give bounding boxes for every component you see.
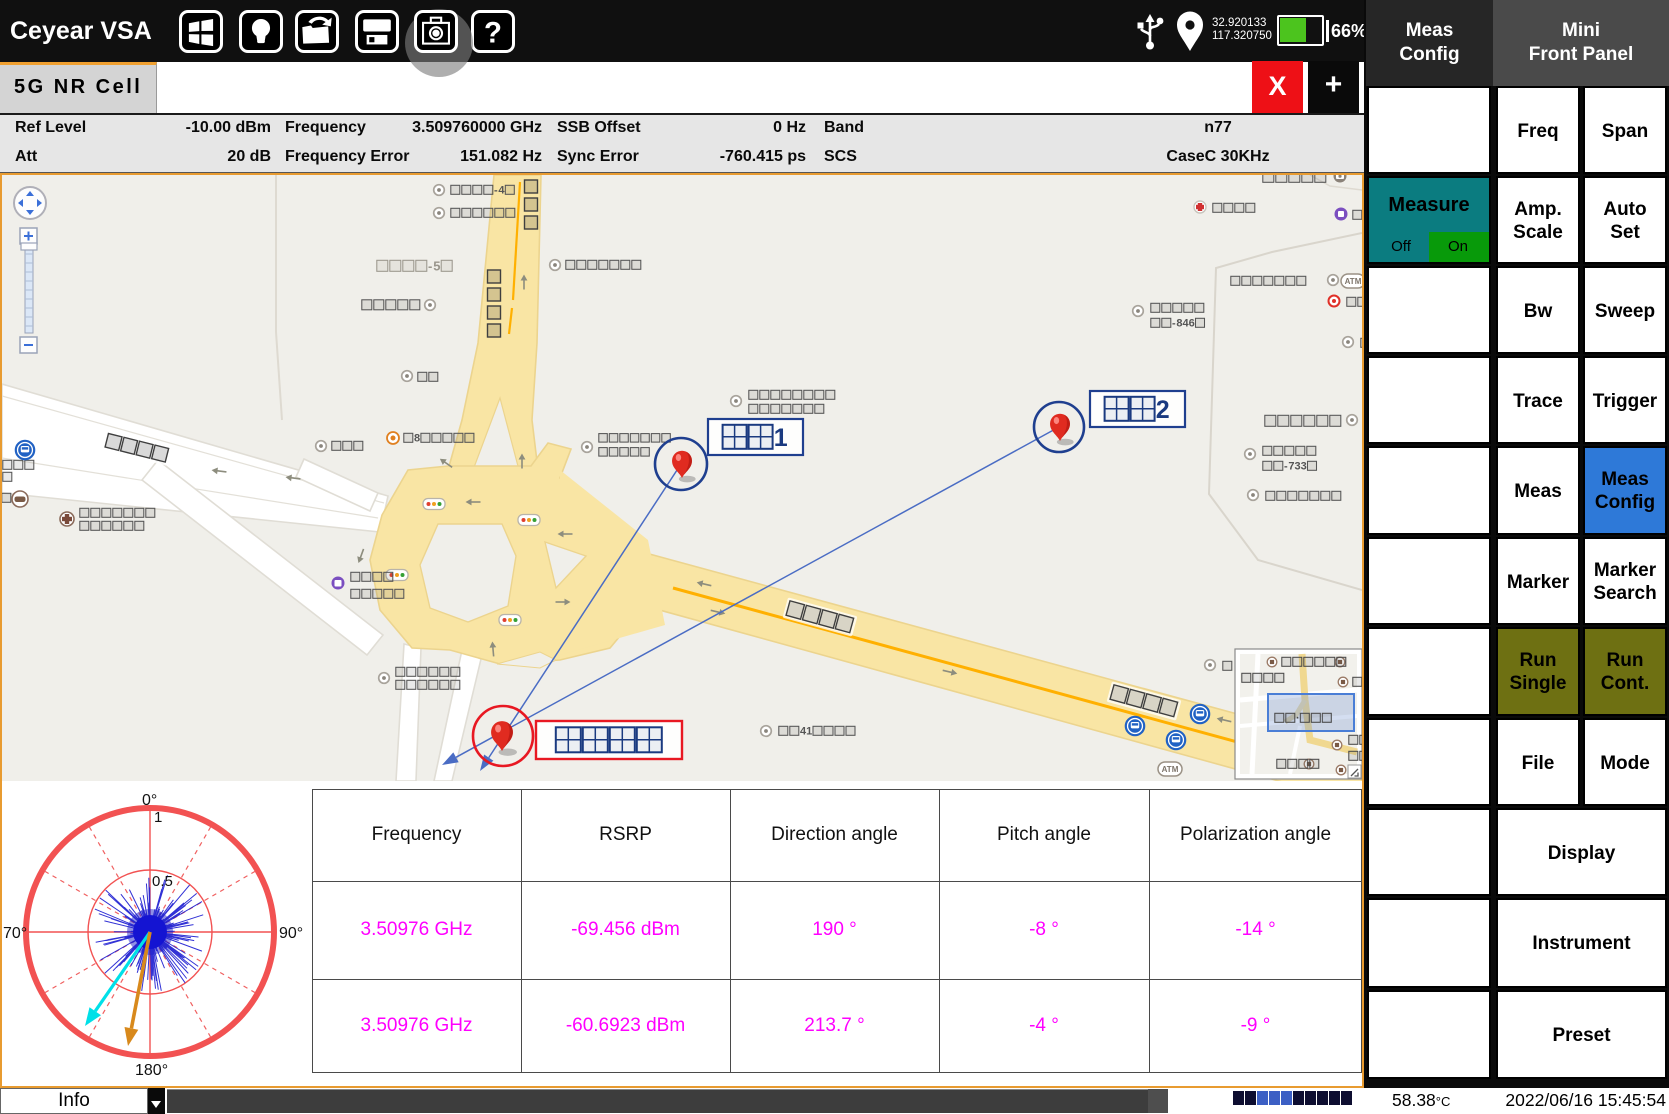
svg-text:4: 4 <box>498 185 505 197</box>
svg-text:1: 1 <box>154 809 162 826</box>
svg-text:-: - <box>1284 461 1288 473</box>
svg-text:·: · <box>1296 713 1300 725</box>
svg-text:70°: 70° <box>3 925 27 942</box>
svg-text:ATM: ATM <box>1345 277 1362 286</box>
svg-text:?: ? <box>484 17 502 50</box>
svg-text:1: 1 <box>774 424 788 452</box>
svg-text:5: 5 <box>433 258 440 273</box>
svg-text:8: 8 <box>414 433 420 445</box>
svg-text:180°: 180° <box>135 1062 168 1079</box>
svg-text:1: 1 <box>806 726 812 738</box>
svg-text:-: - <box>494 185 498 197</box>
svg-text:3: 3 <box>1301 461 1307 473</box>
svg-text:0°: 0° <box>142 792 157 809</box>
svg-text:-: - <box>1172 318 1176 330</box>
svg-text:6: 6 <box>1189 318 1195 330</box>
svg-text:2: 2 <box>1156 396 1170 424</box>
svg-text:-: - <box>428 258 432 273</box>
svg-text:90°: 90° <box>279 925 303 942</box>
svg-text:ATM: ATM <box>1162 765 1179 774</box>
svg-text:0.5: 0.5 <box>152 873 173 890</box>
